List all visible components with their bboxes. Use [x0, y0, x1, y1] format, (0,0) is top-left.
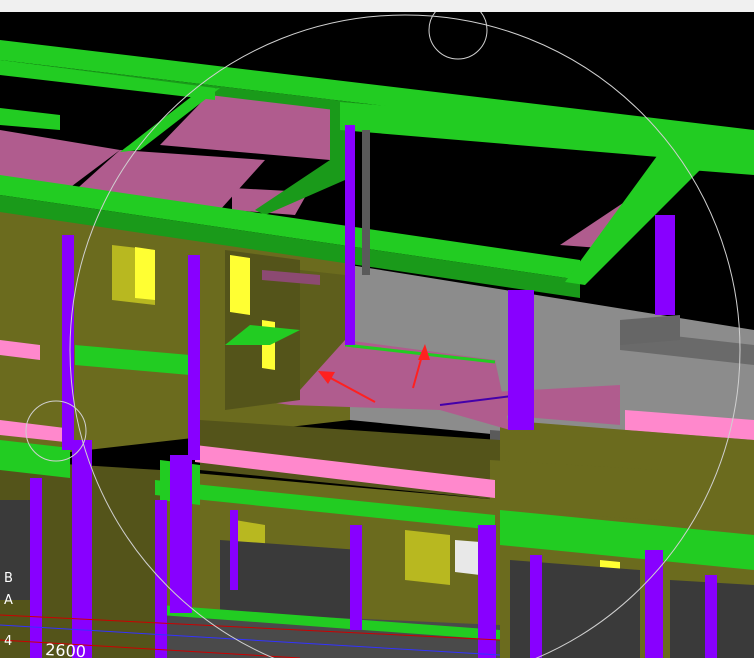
column-10 — [350, 525, 362, 630]
column-1 — [62, 235, 74, 450]
column-3-grey — [362, 130, 370, 275]
column-6 — [72, 440, 92, 658]
column-4 — [508, 290, 534, 430]
column-3 — [345, 125, 355, 345]
window-title-strip — [0, 0, 754, 12]
3d-model-viewport[interactable]: B A 4 2600 — [0, 12, 754, 658]
lower-interior-2 — [510, 560, 640, 658]
axis-label-b: B — [4, 571, 13, 586]
column-11 — [478, 525, 496, 658]
column-14 — [705, 575, 717, 658]
lower-interior-1 — [220, 540, 360, 620]
axis-label-4: 4 — [4, 634, 12, 649]
window-lower-2 — [405, 530, 450, 585]
wall-right-band — [490, 460, 660, 520]
column-12 — [530, 555, 542, 658]
window-lower-2-glass — [455, 540, 480, 575]
window-upper-2 — [230, 255, 250, 315]
column-15 — [230, 510, 238, 590]
column-2 — [188, 255, 200, 460]
window-upper-1-glass — [135, 247, 155, 300]
grey-block — [620, 315, 680, 345]
column-7 — [30, 478, 42, 658]
dimension-label: 2600 — [45, 640, 87, 658]
column-8 — [170, 455, 192, 613]
axis-label-a: A — [4, 593, 13, 608]
model-scene[interactable]: B A 4 2600 — [0, 12, 754, 658]
column-5 — [655, 215, 675, 315]
